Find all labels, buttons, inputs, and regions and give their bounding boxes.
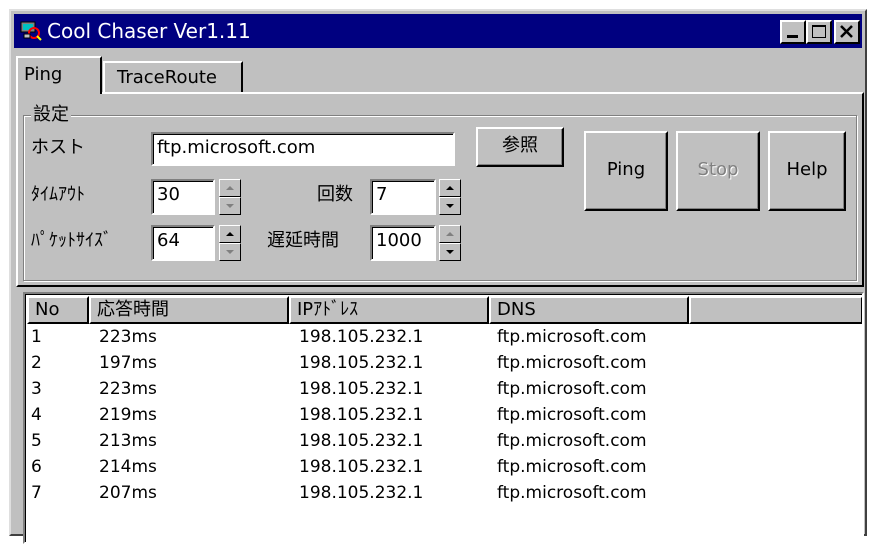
packet-size-down-button[interactable] — [219, 243, 241, 261]
tab-ping[interactable]: Ping — [16, 56, 102, 94]
host-input[interactable]: ftp.microsoft.com — [151, 132, 455, 166]
count-input[interactable]: 7 — [370, 179, 436, 215]
stop-button[interactable]: Stop — [676, 131, 760, 211]
cell-no: 4 — [31, 405, 42, 425]
packet-size-spinner[interactable] — [219, 225, 241, 261]
maximize-icon — [812, 25, 826, 38]
cell-no: 7 — [31, 483, 42, 503]
count-spinner[interactable] — [439, 179, 461, 215]
browse-button[interactable]: 参照 — [476, 127, 564, 167]
column-header-response-time[interactable]: 応答時間 — [89, 296, 289, 324]
cell-no: 5 — [31, 431, 42, 451]
arrow-down-icon — [446, 250, 454, 254]
cell-ip-address: 198.105.232.1 — [299, 405, 424, 425]
minimize-icon — [787, 35, 798, 38]
settings-group-label: 設定 — [31, 104, 71, 126]
column-header-dns[interactable]: DNS — [489, 296, 689, 324]
delay-down-button[interactable] — [439, 243, 461, 261]
tab-traceroute[interactable]: TraceRoute — [103, 61, 243, 93]
arrow-up-icon — [446, 186, 454, 190]
cell-no: 6 — [31, 457, 42, 477]
arrow-down-icon — [226, 204, 234, 208]
delay-spinner[interactable] — [439, 225, 461, 261]
cell-no: 2 — [31, 353, 42, 373]
timeout-label: ﾀｲﾑｱｳﾄ — [31, 184, 85, 205]
cell-no: 1 — [31, 327, 42, 347]
timeout-up-button[interactable] — [219, 179, 241, 197]
cell-response-time: 207ms — [99, 483, 157, 503]
timeout-down-button[interactable] — [219, 197, 241, 215]
timeout-input[interactable]: 30 — [151, 179, 215, 215]
cell-response-time: 213ms — [99, 431, 157, 451]
delay-label: 遅延時間 — [267, 230, 339, 251]
arrow-down-icon — [226, 250, 234, 254]
cell-ip-address: 198.105.232.1 — [299, 379, 424, 399]
delay-up-button[interactable] — [439, 225, 461, 243]
column-header-ip-address[interactable]: IPｱﾄﾞﾚｽ — [289, 296, 489, 324]
cell-no: 3 — [31, 379, 42, 399]
window-title: Cool Chaser Ver1.11 — [47, 19, 251, 43]
arrow-up-icon — [226, 232, 234, 236]
maximize-button[interactable] — [806, 20, 832, 44]
cell-ip-address: 198.105.232.1 — [299, 431, 424, 451]
minimize-button[interactable] — [780, 20, 806, 44]
cell-response-time: 223ms — [99, 379, 157, 399]
app-icon — [20, 19, 42, 41]
cell-dns: ftp.microsoft.com — [497, 457, 647, 477]
packet-size-input[interactable]: 64 — [151, 225, 215, 261]
title-bar[interactable]: Cool Chaser Ver1.11 — [14, 14, 862, 48]
close-button[interactable] — [834, 20, 860, 44]
cell-dns: ftp.microsoft.com — [497, 483, 647, 503]
count-label: 回数 — [317, 184, 353, 205]
cell-response-time: 219ms — [99, 405, 157, 425]
cell-dns: ftp.microsoft.com — [497, 431, 647, 451]
cell-dns: ftp.microsoft.com — [497, 405, 647, 425]
ping-button[interactable]: Ping — [584, 131, 668, 211]
help-button[interactable]: Help — [768, 131, 846, 211]
cell-response-time: 214ms — [99, 457, 157, 477]
close-icon — [840, 25, 853, 38]
column-header-no[interactable]: No — [27, 296, 89, 324]
host-label: ホスト — [31, 137, 85, 158]
cell-ip-address: 198.105.232.1 — [299, 353, 424, 373]
cell-response-time: 197ms — [99, 353, 157, 373]
cell-ip-address: 198.105.232.1 — [299, 483, 424, 503]
cell-dns: ftp.microsoft.com — [497, 379, 647, 399]
arrow-up-icon — [446, 232, 454, 236]
column-header-empty — [689, 296, 862, 324]
arrow-down-icon — [446, 204, 454, 208]
count-down-button[interactable] — [439, 197, 461, 215]
arrow-up-icon — [226, 186, 234, 190]
cell-response-time: 223ms — [99, 327, 157, 347]
packet-size-up-button[interactable] — [219, 225, 241, 243]
cell-dns: ftp.microsoft.com — [497, 353, 647, 373]
delay-input[interactable]: 1000 — [370, 225, 436, 261]
packet-size-label: ﾊﾟｹｯﾄｻｲｽﾞ — [31, 230, 112, 251]
count-up-button[interactable] — [439, 179, 461, 197]
results-list[interactable]: No 応答時間 IPｱﾄﾞﾚｽ DNS 1 223ms 198.105.232.… — [23, 292, 864, 544]
app-window: Cool Chaser Ver1.11 Ping TraceRoute 設定 ホ… — [9, 9, 867, 544]
cell-ip-address: 198.105.232.1 — [299, 327, 424, 347]
timeout-spinner[interactable] — [219, 179, 241, 215]
cell-dns: ftp.microsoft.com — [497, 327, 647, 347]
cell-ip-address: 198.105.232.1 — [299, 457, 424, 477]
